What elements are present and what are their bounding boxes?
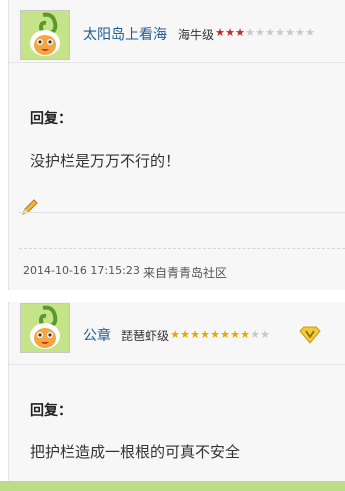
user-rank: 琵琶虾级 bbox=[121, 329, 170, 343]
post-source[interactable]: 来自青青岛社区 bbox=[143, 264, 227, 281]
edit-pencil-icon[interactable] bbox=[21, 198, 39, 216]
star-filled-icon: ★ bbox=[170, 328, 180, 341]
user-rank: 海牛级 bbox=[178, 28, 215, 42]
star-empty-icon: ★ bbox=[245, 26, 255, 39]
post-timestamp: 2014-10-16 17:15:23 bbox=[23, 264, 140, 277]
star-filled-icon: ★ bbox=[240, 328, 250, 341]
username[interactable]: 公章 bbox=[83, 325, 111, 345]
star-filled-icon: ★ bbox=[200, 328, 210, 341]
star-empty-icon: ★ bbox=[250, 328, 260, 341]
reply-label: 回复： bbox=[30, 403, 72, 419]
star-filled-icon: ★ bbox=[180, 328, 190, 341]
star-empty-icon: ★ bbox=[265, 26, 275, 39]
avatar[interactable] bbox=[20, 303, 70, 353]
star-filled-icon: ★ bbox=[215, 26, 225, 39]
post: 公章 琵琶虾级 ★ ★ ★ ★ ★ ★ ★ ★ ★ ★ 回复： 把护栏造成一根根… bbox=[0, 302, 345, 481]
star-filled-icon: ★ bbox=[225, 26, 235, 39]
star-empty-icon: ★ bbox=[305, 26, 315, 39]
star-filled-icon: ★ bbox=[190, 328, 200, 341]
post-content: 没护栏是万万不行的！ bbox=[30, 152, 181, 170]
post-header: 公章 琵琶虾级 ★ ★ ★ ★ ★ ★ ★ ★ ★ ★ bbox=[9, 302, 345, 365]
post-body: 公章 琵琶虾级 ★ ★ ★ ★ ★ ★ ★ ★ ★ ★ 回复： 把护栏造成一根根… bbox=[8, 302, 345, 481]
star-empty-icon: ★ bbox=[295, 26, 305, 39]
post-content: 把护栏造成一根根的可真不安全 bbox=[30, 443, 241, 461]
post-gap bbox=[0, 290, 345, 302]
username[interactable]: 太阳岛上看海 bbox=[83, 24, 167, 44]
star-empty-icon: ★ bbox=[260, 328, 270, 341]
star-empty-icon: ★ bbox=[285, 26, 295, 39]
vip-badge-icon[interactable] bbox=[299, 326, 321, 344]
post: 太阳岛上看海 海牛级 ★ ★ ★ ★ ★ ★ ★ ★ ★ ★ 回复： 没护栏是万… bbox=[0, 0, 345, 290]
star-filled-icon: ★ bbox=[210, 328, 220, 341]
reply-label: 回复： bbox=[30, 111, 72, 127]
post-divider bbox=[19, 248, 345, 249]
star-filled-icon: ★ bbox=[235, 26, 245, 39]
star-filled-icon: ★ bbox=[220, 328, 230, 341]
post-body: 太阳岛上看海 海牛级 ★ ★ ★ ★ ★ ★ ★ ★ ★ ★ 回复： 没护栏是万… bbox=[8, 0, 345, 290]
avatar-mascot-icon bbox=[21, 11, 69, 59]
rank-stars: ★ ★ ★ ★ ★ ★ ★ ★ ★ ★ bbox=[215, 27, 315, 38]
post-header: 太阳岛上看海 海牛级 ★ ★ ★ ★ ★ ★ ★ ★ ★ ★ bbox=[9, 0, 345, 63]
star-filled-icon: ★ bbox=[230, 328, 240, 341]
post-divider bbox=[19, 212, 345, 213]
avatar[interactable] bbox=[20, 10, 70, 60]
avatar-mascot-icon bbox=[21, 304, 69, 352]
bottom-bar bbox=[0, 481, 345, 491]
rank-stars: ★ ★ ★ ★ ★ ★ ★ ★ ★ ★ bbox=[170, 329, 270, 340]
star-empty-icon: ★ bbox=[255, 26, 265, 39]
star-empty-icon: ★ bbox=[275, 26, 285, 39]
